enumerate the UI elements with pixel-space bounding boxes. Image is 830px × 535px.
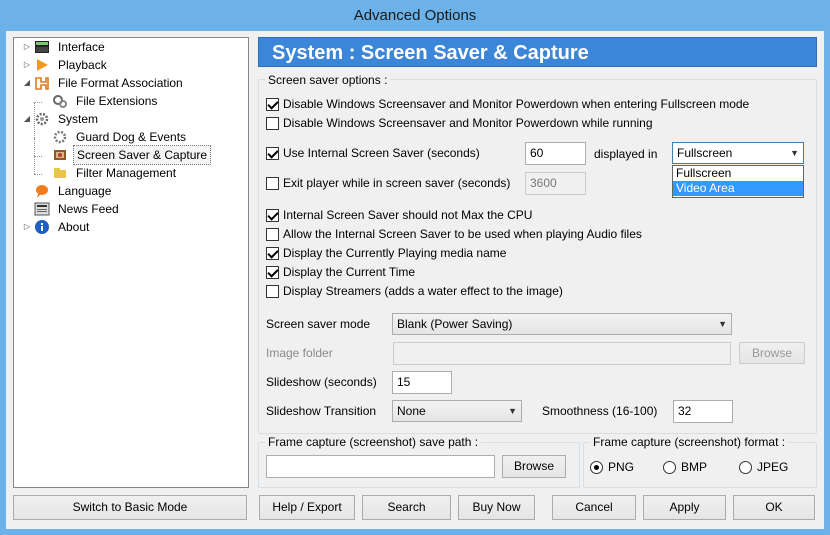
news-icon [34, 201, 50, 217]
apply-button[interactable]: Apply [643, 495, 726, 520]
chevron-down-icon: ▼ [718, 319, 727, 329]
system-gear-icon [34, 111, 50, 127]
tree-item-news-feed[interactable]: News Feed [22, 200, 122, 218]
dropdown-option-fullscreen[interactable]: Fullscreen [673, 166, 803, 181]
internal-seconds-input[interactable]: 60 [525, 142, 586, 165]
playback-icon [34, 57, 50, 73]
buy-now-button[interactable]: Buy Now [458, 495, 535, 520]
tree-item-file-format[interactable]: ◢ File Format Association [22, 74, 186, 92]
capture-path-input[interactable] [266, 455, 495, 478]
tree-item-about[interactable]: ▷ About [22, 218, 92, 236]
exit-player-checkbox[interactable]: Exit player while in screen saver (secon… [266, 175, 510, 191]
search-button[interactable]: Search [362, 495, 451, 520]
screensaver-mode-select[interactable]: Blank (Power Saving) ▼ [392, 313, 732, 335]
format-bmp-radio[interactable]: BMP [663, 460, 707, 474]
tree-item-guard-dog[interactable]: Guard Dog & Events [40, 128, 189, 146]
tree-item-interface[interactable]: ▷ Interface [22, 38, 108, 56]
slideshow-seconds-input[interactable]: 15 [392, 371, 452, 394]
page-title: System : Screen Saver & Capture [258, 37, 817, 67]
image-folder-label: Image folder [266, 346, 333, 360]
tree-item-playback[interactable]: ▷ Playback [22, 56, 110, 74]
cancel-button[interactable]: Cancel [552, 495, 636, 520]
file-extensions-icon [52, 93, 68, 109]
capture-path-group-title: Frame capture (screenshot) save path : [265, 435, 482, 449]
displayed-in-label: displayed in [594, 147, 658, 161]
screen-saver-icon [52, 147, 68, 163]
language-icon [34, 183, 50, 199]
filter-icon [52, 165, 68, 181]
display-mode-select[interactable]: Fullscreen ▼ [672, 142, 804, 164]
help-export-button[interactable]: Help / Export [259, 495, 355, 520]
format-png-radio[interactable]: PNG [590, 460, 634, 474]
switch-basic-mode-button[interactable]: Switch to Basic Mode [13, 495, 247, 520]
mode-label: Screen saver mode [266, 317, 371, 331]
disable-running-checkbox[interactable]: Disable Windows Screensaver and Monitor … [266, 115, 653, 131]
display-media-name-checkbox[interactable]: Display the Currently Playing media name [266, 245, 506, 261]
exit-seconds-input[interactable]: 3600 [525, 172, 586, 195]
format-jpeg-radio[interactable]: JPEG [739, 460, 788, 474]
tree-item-filter[interactable]: Filter Management [40, 164, 179, 182]
transition-select[interactable]: None ▼ [392, 400, 522, 422]
screensaver-group-title: Screen saver options : [265, 73, 391, 87]
slideshow-label: Slideshow (seconds) [266, 375, 377, 389]
window-title: Advanced Options [0, 0, 830, 32]
info-icon [34, 219, 50, 235]
smoothness-label: Smoothness (16-100) [542, 404, 658, 418]
chevron-down-icon: ▼ [790, 148, 799, 158]
capture-browse-button[interactable]: Browse [502, 455, 566, 478]
disable-fullscreen-checkbox[interactable]: Disable Windows Screensaver and Monitor … [266, 96, 749, 112]
transition-label: Slideshow Transition [266, 404, 377, 418]
image-folder-browse-button[interactable]: Browse [739, 342, 805, 364]
no-max-cpu-checkbox[interactable]: Internal Screen Saver should not Max the… [266, 207, 532, 223]
guard-dog-icon [52, 129, 68, 145]
chevron-down-icon: ▼ [508, 406, 517, 416]
tree-item-file-extensions[interactable]: File Extensions [40, 92, 160, 110]
allow-audio-checkbox[interactable]: Allow the Internal Screen Saver to be us… [266, 226, 642, 242]
capture-format-group-title: Frame capture (screenshot) format : [590, 435, 789, 449]
use-internal-screensaver-checkbox[interactable]: Use Internal Screen Saver (seconds) [266, 145, 480, 161]
dialog-client: ▷ Interface ▷ Playback ◢ File Format Ass… [6, 31, 824, 529]
display-streamers-checkbox[interactable]: Display Streamers (adds a water effect t… [266, 283, 563, 299]
ok-button[interactable]: OK [733, 495, 815, 520]
file-format-icon [34, 75, 50, 91]
tree-item-screen-saver[interactable]: Screen Saver & Capture [40, 145, 212, 165]
display-mode-dropdown[interactable]: Fullscreen Video Area [672, 165, 804, 198]
tree-item-system[interactable]: ◢ System [22, 110, 101, 128]
tree-item-language[interactable]: Language [22, 182, 114, 200]
interface-icon [34, 39, 50, 55]
display-time-checkbox[interactable]: Display the Current Time [266, 264, 415, 280]
smoothness-input[interactable]: 32 [673, 400, 733, 423]
options-tree[interactable]: ▷ Interface ▷ Playback ◢ File Format Ass… [13, 37, 249, 488]
dropdown-option-video-area[interactable]: Video Area [673, 181, 803, 196]
image-folder-input[interactable] [393, 342, 731, 365]
